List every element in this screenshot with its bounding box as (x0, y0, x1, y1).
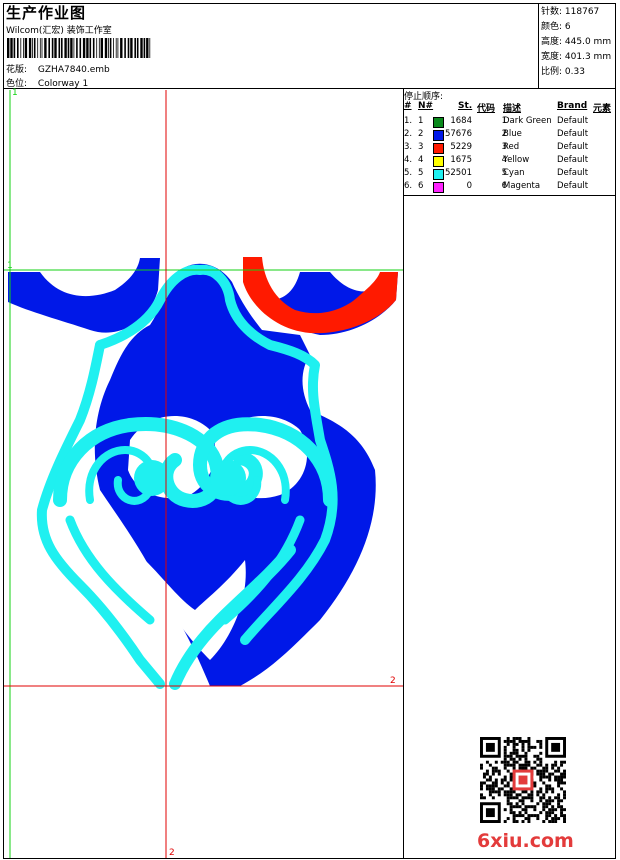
watermark-logo: 6xiu.com (477, 830, 574, 852)
red-bottom-marker: 2 (169, 848, 175, 858)
design-canvas (4, 90, 403, 858)
embroidery-design (8, 257, 398, 690)
green-left-marker: 1 (7, 261, 13, 271)
red-right-marker: 2 (390, 676, 396, 686)
qr-code (480, 737, 566, 823)
green-top-marker: 1 (12, 88, 18, 98)
